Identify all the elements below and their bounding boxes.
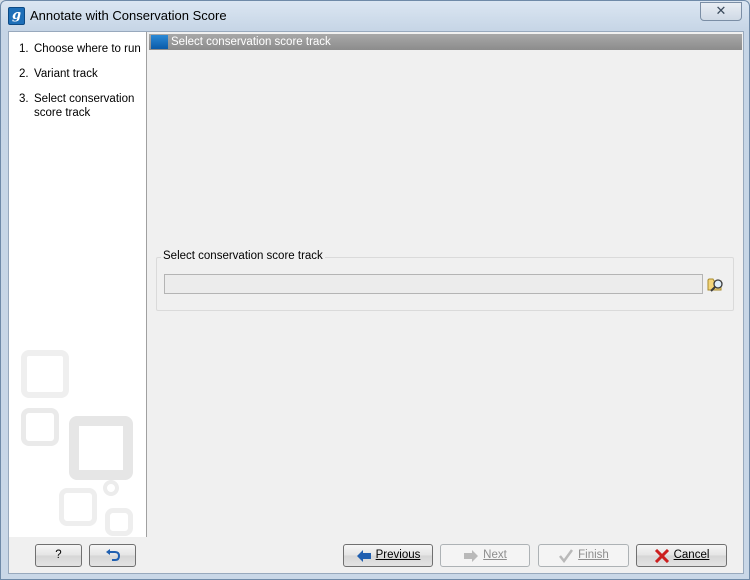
window-title: Annotate with Conservation Score xyxy=(30,8,227,23)
dialog-window: g Annotate with Conservation Score ✕ 1. … xyxy=(0,0,750,580)
next-button[interactable]: Next xyxy=(440,544,530,567)
cancel-button[interactable]: Cancel xyxy=(636,544,727,567)
conservation-track-field[interactable] xyxy=(164,274,703,294)
finish-label: Finish xyxy=(578,549,609,561)
step-number: 2. xyxy=(19,68,29,80)
close-button[interactable]: ✕ xyxy=(700,2,742,21)
dialog-body: 1. Choose where to run 2. Variant track … xyxy=(8,31,744,574)
undo-arrow-icon xyxy=(105,548,120,561)
step-item-select-conservation-score-track: 3. Select conservation score track xyxy=(19,92,143,120)
app-icon: g xyxy=(8,7,25,25)
previous-button[interactable]: Previous xyxy=(343,544,433,567)
wizard-steps-panel: 1. Choose where to run 2. Variant track … xyxy=(9,32,147,537)
wizard-content: Select conservation score track Select c… xyxy=(148,32,743,537)
arrow-right-icon xyxy=(464,549,479,562)
browse-folder-icon[interactable] xyxy=(706,274,726,294)
section-header: Select conservation score track xyxy=(149,34,742,50)
step-item-variant-track: 2. Variant track xyxy=(19,67,143,81)
reset-button[interactable] xyxy=(89,544,136,567)
section-marker-icon xyxy=(151,35,168,49)
step-item-choose-where-to-run: 1. Choose where to run xyxy=(19,42,143,56)
finish-button[interactable]: Finish xyxy=(538,544,629,567)
step-label: Select conservation score track xyxy=(34,93,135,119)
cancel-x-icon xyxy=(654,548,669,563)
previous-label: Previous xyxy=(375,549,421,561)
step-number: 1. xyxy=(19,43,29,55)
help-label: ? xyxy=(55,549,62,561)
help-button[interactable]: ? xyxy=(35,544,82,567)
cancel-label: Cancel xyxy=(673,549,710,561)
group-label: Select conservation score track xyxy=(161,250,325,262)
step-number: 3. xyxy=(19,93,29,105)
arrow-left-icon xyxy=(356,549,371,562)
next-label: Next xyxy=(483,549,507,561)
track-selection-group: Select conservation score track xyxy=(156,250,734,311)
title-bar[interactable]: g Annotate with Conservation Score ✕ xyxy=(1,1,749,31)
checkmark-icon xyxy=(559,548,574,563)
step-label: Variant track xyxy=(34,68,98,80)
section-title: Select conservation score track xyxy=(171,36,331,48)
step-label: Choose where to run xyxy=(34,43,141,55)
